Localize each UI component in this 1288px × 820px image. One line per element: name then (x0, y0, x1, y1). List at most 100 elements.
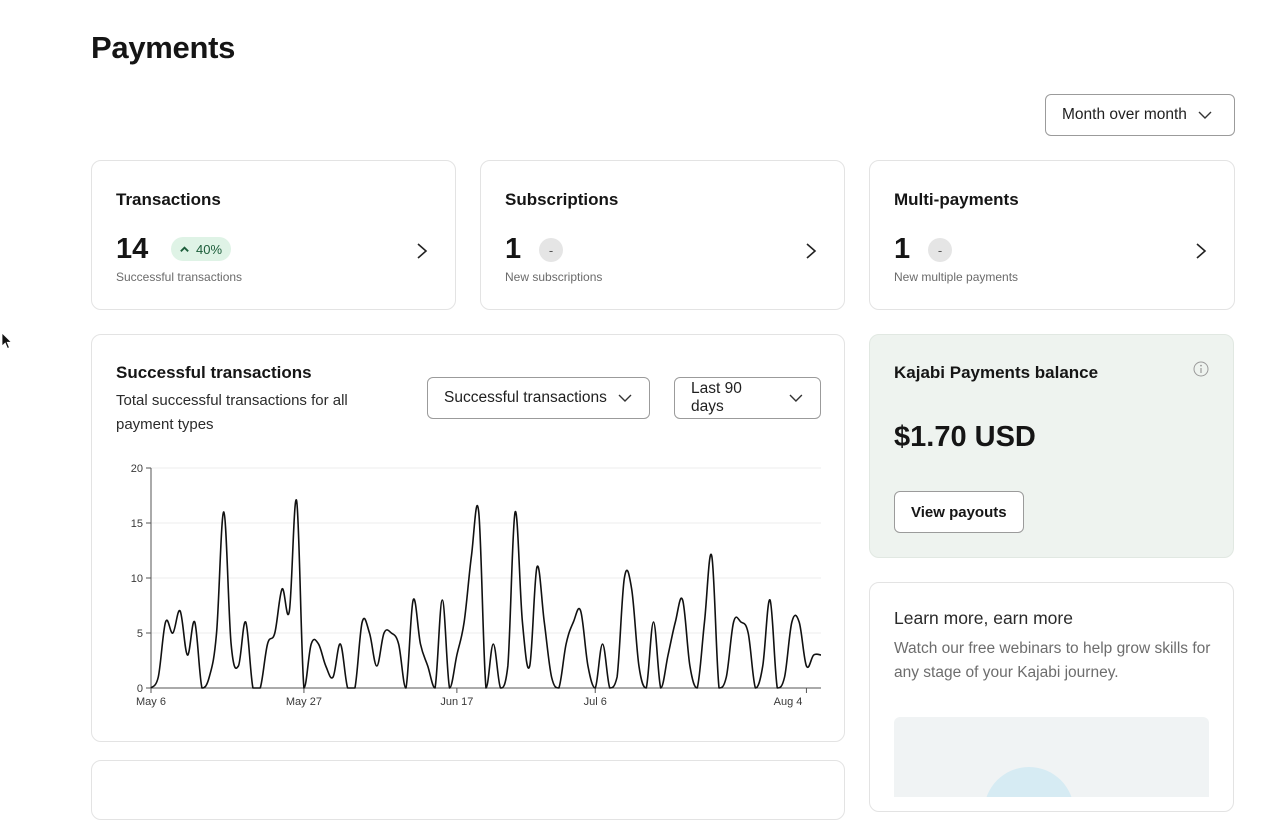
chart-data-point (455, 654, 458, 657)
stat-card-transactions[interactable]: Transactions 14 40% Successful transacti… (91, 160, 456, 310)
chart-data-point (295, 500, 298, 503)
chart-data-point (565, 643, 568, 646)
chart-series-line (150, 499, 822, 689)
metric-select-label: Successful transactions (444, 389, 607, 406)
change-badge: - (539, 238, 563, 262)
chart-data-point (404, 687, 407, 690)
chart-data-point (237, 665, 240, 668)
stat-title: Transactions (116, 190, 221, 209)
metric-select[interactable]: Successful transactions (427, 377, 650, 419)
chart-data-point (368, 632, 371, 635)
chart-data-point (390, 632, 393, 635)
chart-card: Successful transactions Total successful… (91, 334, 845, 742)
chart-data-point (710, 555, 713, 558)
chart-data-point (820, 654, 823, 657)
chart-data-point (273, 632, 276, 635)
chart-data-point (725, 676, 728, 679)
chart-data-point (812, 654, 815, 657)
chart-data-point (200, 687, 203, 690)
chart-data-point (790, 621, 793, 624)
chart-data-point (528, 665, 531, 668)
chart-data-point (623, 577, 626, 580)
chart-data-point (514, 511, 517, 514)
chart-data-point (441, 599, 444, 602)
chart-data-point (492, 643, 495, 646)
view-payouts-button[interactable]: View payouts (894, 491, 1024, 533)
chart-data-point (470, 555, 473, 558)
illustration-circle (984, 767, 1074, 797)
chart-data-point (616, 676, 619, 679)
chart-data-point (339, 643, 342, 646)
balance-title: Kajabi Payments balance (894, 363, 1099, 382)
chart-x-tick-label: Aug 4 (774, 696, 803, 708)
chart-x-tick-label: May 27 (286, 696, 322, 708)
chart-x-tick-label: May 6 (136, 696, 166, 708)
chart-data-point (783, 676, 786, 679)
stat-value: 14 (116, 233, 149, 265)
chart-data-point (543, 621, 546, 624)
chart-data-point (761, 665, 764, 668)
stat-desc: New multiple payments (894, 270, 1019, 284)
chart-data-point (426, 665, 429, 668)
chart-data-point (419, 643, 422, 646)
stat-desc: Successful transactions (116, 270, 243, 284)
chart-data-point (208, 676, 211, 679)
chart-x-tick-label: Jun 17 (440, 696, 473, 708)
chart-data-point (171, 632, 174, 635)
chart-data-point (375, 665, 378, 668)
chevron-down-icon (1198, 111, 1212, 119)
chart-y-tick-label: 5 (137, 628, 143, 640)
chart-data-point (448, 687, 451, 690)
chart-data-point (383, 632, 386, 635)
chart-x-tick-label: Jul 6 (584, 696, 607, 708)
chevron-right-icon[interactable] (415, 242, 429, 260)
chart-y-tick-label: 10 (131, 573, 143, 585)
chart-data-point (157, 676, 160, 679)
chart-data-point (688, 665, 691, 668)
chart-data-point (630, 588, 633, 591)
chart-data-point (769, 599, 772, 602)
chart-data-point (747, 632, 750, 635)
chart-data-point (521, 621, 524, 624)
chart-data-point (659, 687, 662, 690)
learn-title: Learn more, earn more (894, 608, 1073, 628)
chart-subtitle: Total successful transactions for all pa… (116, 392, 348, 433)
chart-data-point (506, 665, 509, 668)
chart-y-tick-label: 15 (131, 518, 143, 530)
stat-value: 1 (505, 233, 522, 265)
chart-data-point (251, 687, 254, 690)
chart-data-point (353, 687, 356, 690)
page-title: Payments (91, 30, 236, 65)
info-icon[interactable] (1193, 361, 1209, 377)
chart-data-point (703, 621, 706, 624)
chevron-right-icon[interactable] (1194, 242, 1208, 260)
chart-data-point (179, 610, 182, 613)
chart-data-point (732, 621, 735, 624)
learn-card: Learn more, earn more Watch our free web… (869, 582, 1234, 812)
chevron-right-icon[interactable] (804, 242, 818, 260)
chevron-down-icon (789, 394, 803, 402)
chart-data-point (557, 687, 560, 690)
chart-data-point (244, 621, 247, 624)
chart-data-point (397, 643, 400, 646)
chart-data-point (550, 676, 553, 679)
chart-data-point (324, 665, 327, 668)
stat-desc: New subscriptions (505, 270, 603, 284)
stat-card-subscriptions[interactable]: Subscriptions 1 - New subscriptions (480, 160, 845, 310)
chart-data-point (667, 654, 670, 657)
chart-data-point (281, 588, 284, 591)
range-select[interactable]: Last 90 days (674, 377, 821, 419)
stat-title: Subscriptions (505, 190, 619, 209)
chart-data-point (535, 566, 538, 569)
chart-data-point (412, 599, 415, 602)
change-badge: 40% (171, 237, 232, 261)
chart-data-point (332, 676, 335, 679)
chart-data-point (805, 665, 808, 668)
stat-card-multi-payments[interactable]: Multi-payments 1 - New multiple payments (869, 160, 1235, 310)
chart-data-point (346, 687, 349, 690)
comparison-select[interactable]: Month over month (1045, 94, 1235, 136)
chart-data-point (150, 687, 153, 690)
chart-data-point (186, 654, 189, 657)
balance-amount: $1.70 USD (894, 421, 1036, 453)
chart-data-point (674, 621, 677, 624)
